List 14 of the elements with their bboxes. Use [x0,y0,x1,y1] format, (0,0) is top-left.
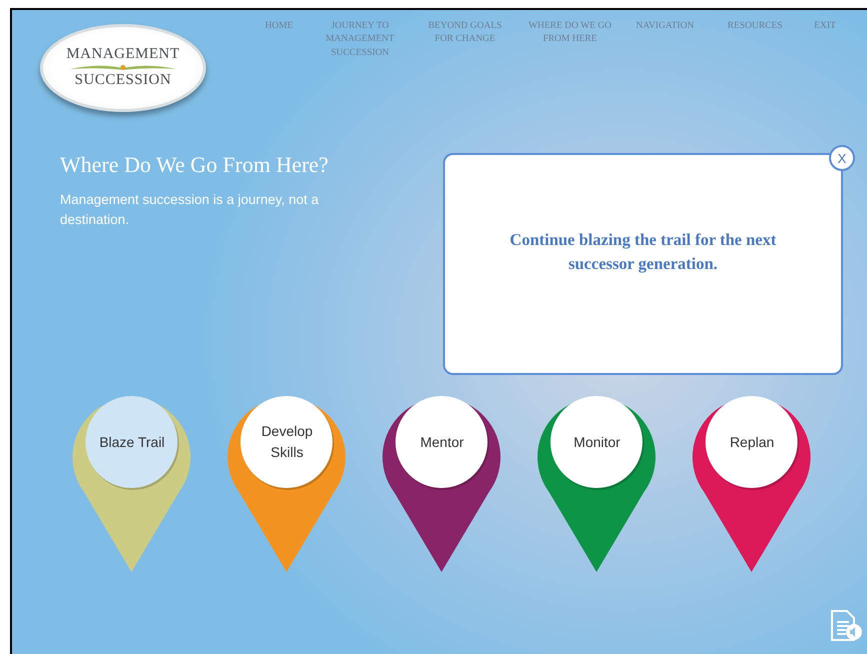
nav-link[interactable]: BEYOND GOALS FOR CHANGE [410,20,520,47]
logo-text: SUCCESSION [74,73,172,89]
audio-document-icon[interactable] [829,608,863,644]
nav-link[interactable]: JOURNEY TO MANAGEMENT SUCCESSION [310,20,410,60]
nav-link[interactable]: WHERE DO WE GO FROM HERE [520,20,620,47]
popup-message: Continue blazing the trail for the next successor generation. [508,228,778,275]
nav-link[interactable]: EXIT [800,20,850,34]
nav-link[interactable]: NAVIGATION [620,20,710,34]
close-button[interactable]: X [829,145,855,171]
nav-link[interactable]: HOME [248,20,310,34]
page-title: Where Do We Go From Here? [60,152,328,178]
logo-text: MANAGEMENT [66,47,180,63]
intro-text: Management succession is a journey, not a destination. [60,191,320,230]
nav-link[interactable]: RESOURCES [710,20,800,34]
